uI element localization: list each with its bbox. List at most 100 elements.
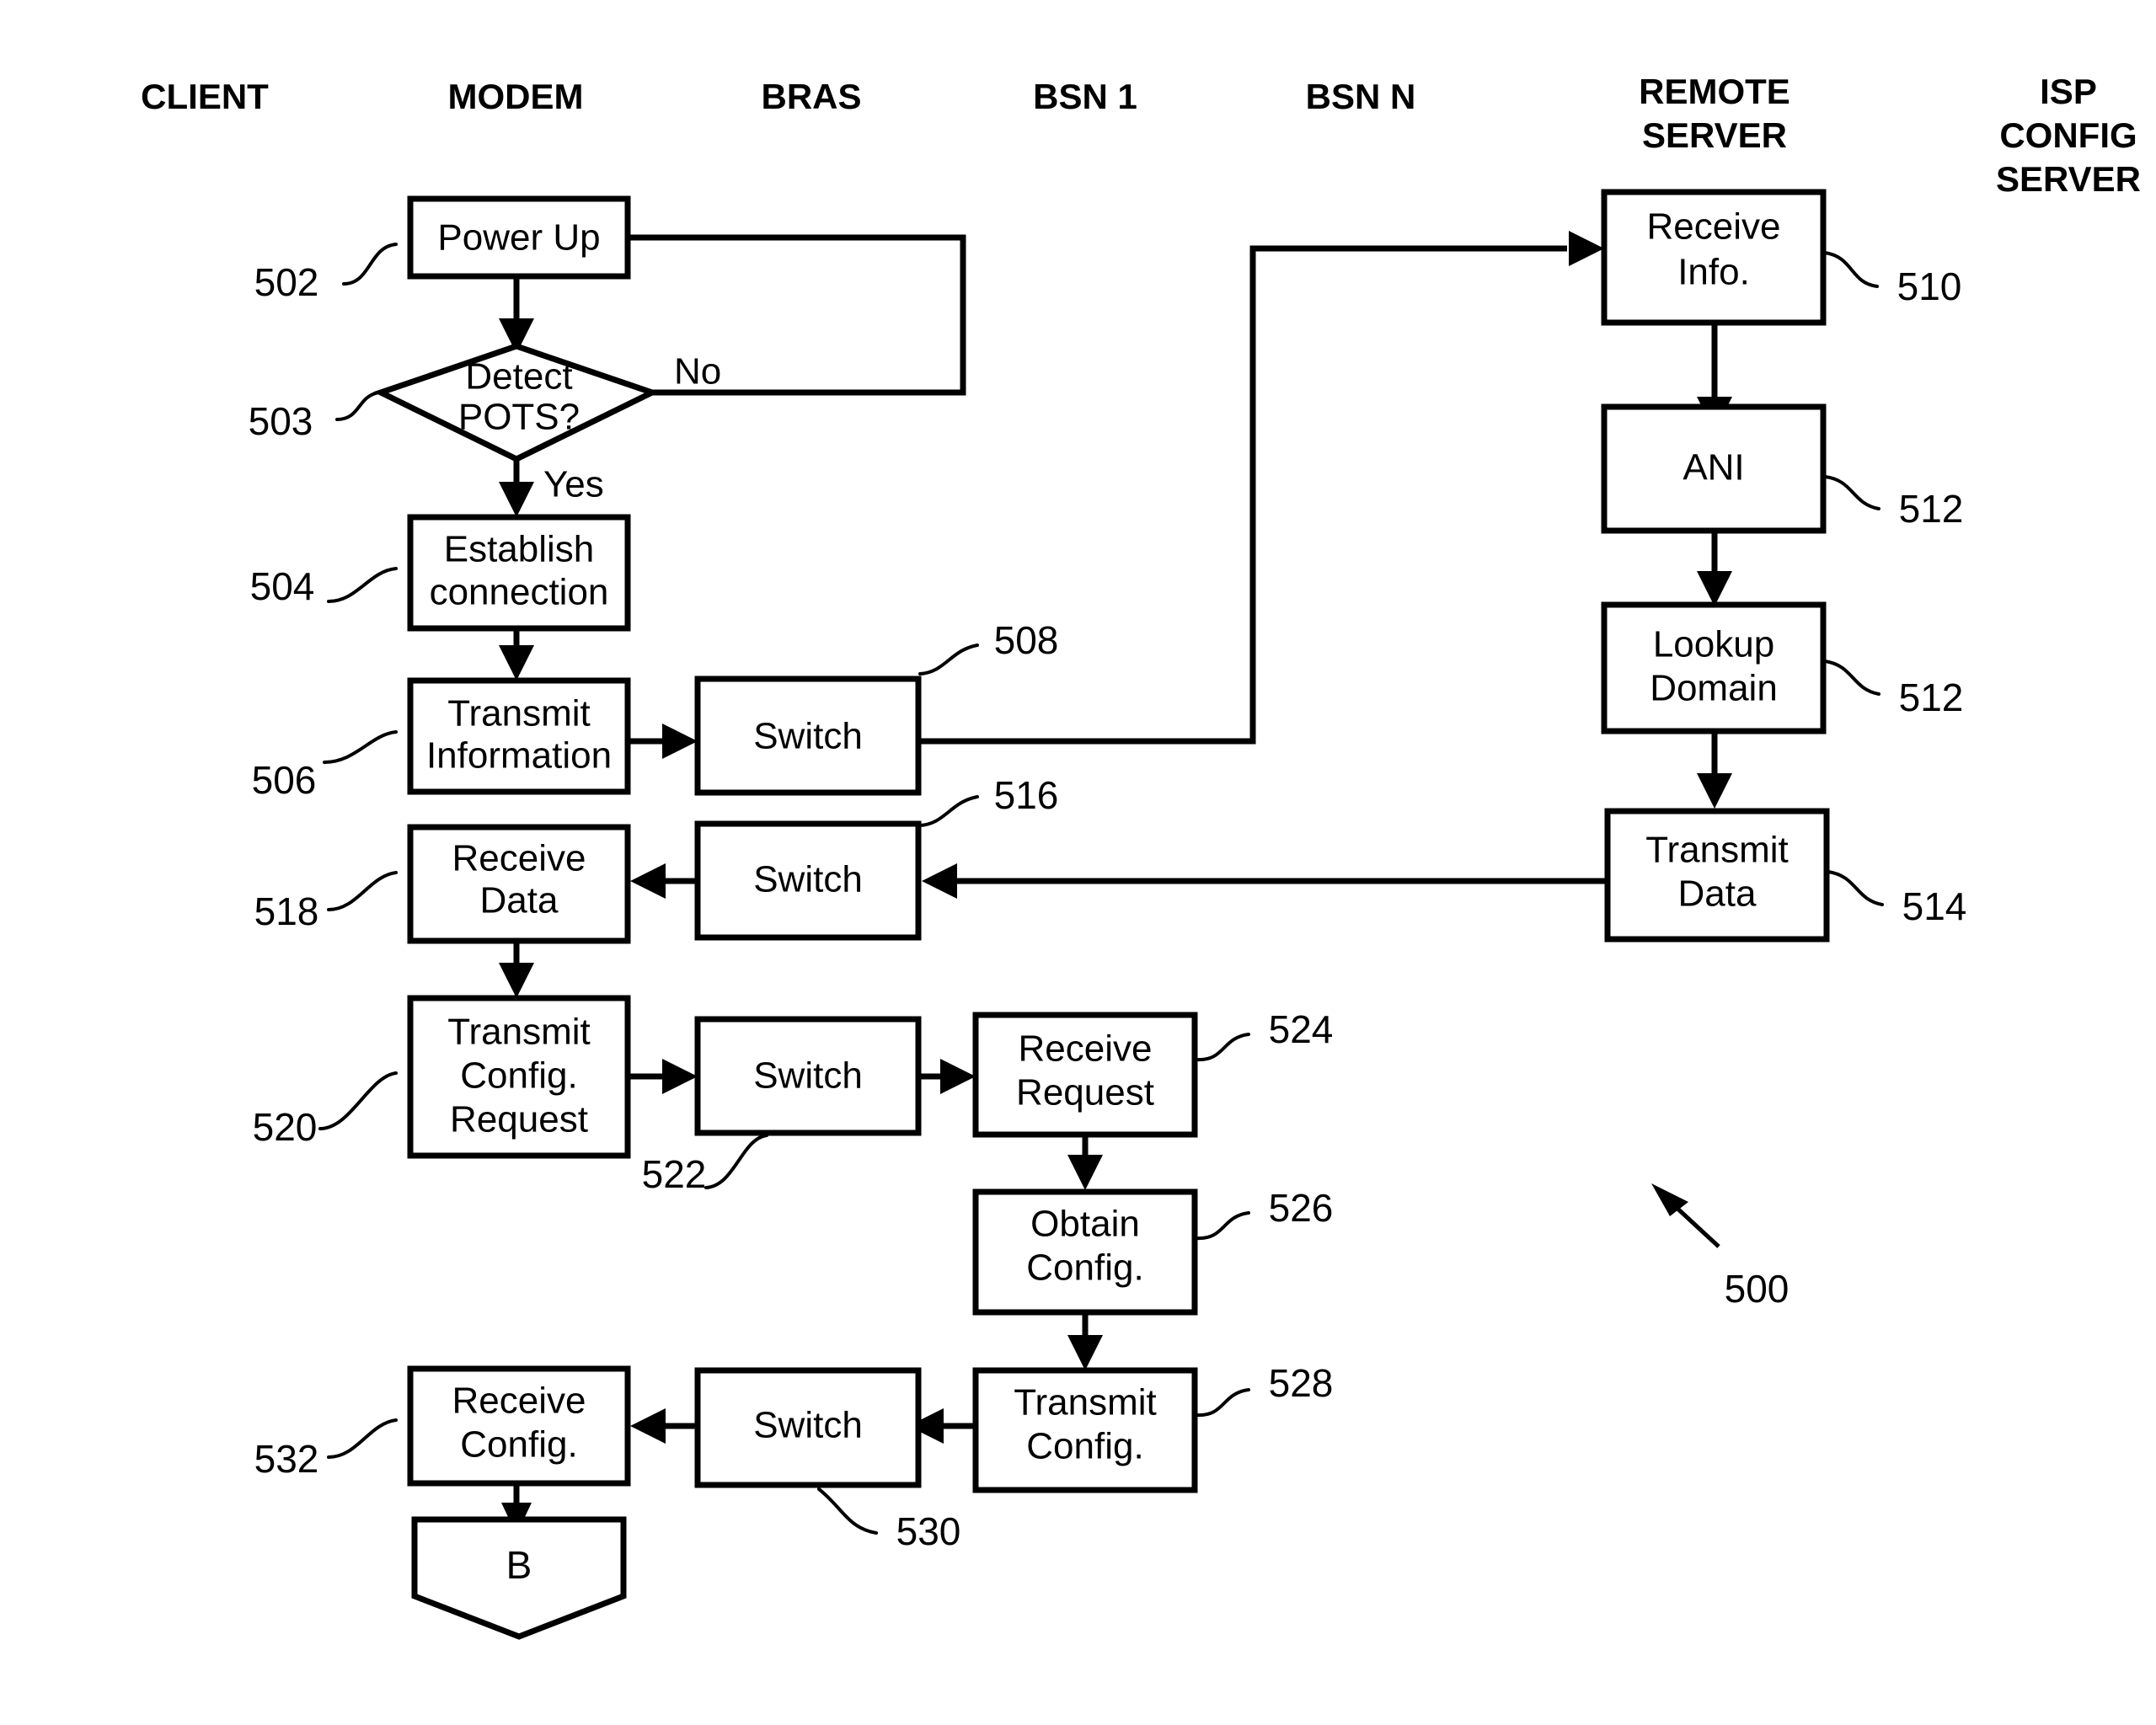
ref-number-526: 526 [1269, 1186, 1334, 1230]
node-lookup-domain-label-line1: Lookup [1653, 624, 1774, 665]
node-switch-508-label: Switch [753, 716, 863, 757]
arrowhead-lookupdomain-to-transmitdata [1697, 773, 1732, 809]
node-establish-connection[interactable]: Establish connection [407, 514, 631, 632]
ref-number-512-lookup: 512 [1899, 676, 1964, 719]
node-connector-b[interactable]: B [411, 1516, 627, 1640]
leader-506 [323, 730, 398, 764]
leader-508 [918, 644, 979, 676]
leader-522 [704, 1134, 768, 1189]
node-ani[interactable]: ANI [1601, 403, 1827, 534]
column-header-remote-server-line2: SERVER [1642, 115, 1787, 155]
arrowhead-switch516-to-receivedata [630, 863, 666, 899]
node-switch-530-label: Switch [753, 1405, 863, 1446]
node-power-up[interactable]: Power Up [407, 195, 631, 280]
edge-switch508-to-receiveinfo [918, 245, 1567, 745]
ref-number-502: 502 [254, 260, 319, 304]
node-transmit-information[interactable]: Transmit Information [407, 677, 631, 795]
node-transmit-config-request-label-line2: Config. [460, 1055, 577, 1097]
column-header-remote-server-line1: REMOTE [1639, 72, 1790, 111]
arrowhead-ani-to-lookupdomain [1697, 571, 1732, 606]
ref-number-528: 528 [1269, 1361, 1334, 1405]
node-transmit-config-label-line1: Transmit [1014, 1382, 1157, 1423]
column-header-bsn1: BSN 1 [1033, 77, 1137, 116]
arrowhead-switch508-to-receiveinfo [1569, 231, 1604, 266]
ref-number-522: 522 [642, 1152, 707, 1196]
arrowhead-detectpots-yes [499, 482, 534, 517]
node-switch-508[interactable]: Switch [694, 676, 922, 796]
node-switch-516[interactable]: Switch [694, 820, 922, 941]
arrowhead-establish-to-transmitinfo [499, 645, 534, 681]
node-receive-request-label-line2: Request [1016, 1072, 1154, 1114]
node-receive-config-label-line1: Receive [452, 1381, 586, 1422]
ref-number-510: 510 [1897, 264, 1962, 308]
ref-number-532: 532 [254, 1437, 319, 1481]
node-switch-516-label: Switch [753, 859, 863, 900]
node-transmit-config-request-label-line3: Request [450, 1099, 588, 1140]
node-receive-request-label-line1: Receive [1019, 1028, 1153, 1070]
arrowhead-transmitconfigreq-to-switch522 [662, 1059, 698, 1094]
node-transmit-information-label-line1: Transmit [447, 693, 591, 734]
node-power-up-label: Power Up [437, 217, 600, 259]
column-header-isp-config-server-line3: SERVER [1996, 159, 2141, 199]
column-header-isp-config-server-line1: ISP [2040, 72, 2097, 111]
node-switch-522[interactable]: Switch [694, 1016, 922, 1136]
node-detect-pots[interactable]: Detect POTS? [372, 343, 661, 462]
edge-label-no: No [674, 351, 721, 393]
node-obtain-config[interactable]: Obtain Config. [972, 1188, 1198, 1316]
leader-518 [327, 871, 398, 911]
leader-524 [1195, 1033, 1250, 1062]
leader-512-lookup [1823, 660, 1880, 696]
node-ani-label: ANI [1683, 447, 1744, 489]
column-header-bsnn: BSN N [1306, 77, 1416, 116]
node-transmit-config-request-label-line1: Transmit [447, 1012, 591, 1053]
figure-reference-500: 500 [1651, 1183, 1789, 1311]
ref-number-524: 524 [1269, 1007, 1334, 1051]
node-receive-data-label-line1: Receive [452, 838, 586, 879]
node-lookup-domain-label-line2: Domain [1650, 668, 1778, 709]
edge-detectpots-no-loop [590, 234, 966, 396]
node-lookup-domain[interactable]: Lookup Domain [1601, 601, 1827, 734]
leader-516 [918, 795, 979, 827]
ref-number-516: 516 [994, 773, 1059, 817]
leader-510 [1823, 251, 1879, 288]
node-receive-data[interactable]: Receive Data [407, 824, 631, 944]
flowchart-svg: CLIENT MODEM BRAS BSN 1 BSN N REMOTE SER… [141, 72, 2141, 1640]
leader-504 [327, 567, 398, 603]
node-transmit-data-label-line1: Transmit [1645, 830, 1789, 871]
node-transmit-data[interactable]: Transmit Data [1604, 808, 1830, 943]
ref-number-518: 518 [254, 889, 319, 933]
column-header-modem: MODEM [448, 77, 584, 116]
edge-label-yes: Yes [543, 464, 604, 505]
patent-figure-500: CLIENT MODEM BRAS BSN 1 BSN N REMOTE SER… [0, 0, 2156, 1725]
leader-512-ani [1823, 475, 1880, 510]
node-detect-pots-label-line1: Detect [465, 356, 572, 398]
node-receive-config-label-line2: Config. [460, 1424, 577, 1466]
leader-532 [327, 1418, 398, 1459]
node-connector-b-label: B [506, 1543, 532, 1587]
leader-503 [335, 391, 381, 421]
ref-number-512-ani: 512 [1899, 487, 1964, 531]
node-transmit-config-request[interactable]: Transmit Config. Request [407, 995, 631, 1159]
figure-reference-500-label: 500 [1725, 1267, 1790, 1311]
leader-502 [342, 243, 398, 286]
node-receive-request[interactable]: Receive Request [972, 1012, 1198, 1138]
leader-526 [1195, 1211, 1250, 1241]
node-switch-522-label: Switch [753, 1055, 863, 1097]
ref-number-508: 508 [994, 618, 1059, 662]
arrowhead-switch522-to-receiverequest [940, 1059, 976, 1094]
node-receive-info[interactable]: Receive Info. [1601, 189, 1827, 326]
node-receive-info-label-line2: Info. [1677, 252, 1750, 293]
ref-number-520: 520 [253, 1105, 318, 1149]
arrowhead-receivedata-to-transmitconfigreq [499, 963, 534, 998]
leader-530 [817, 1487, 878, 1535]
node-switch-530[interactable]: Switch [694, 1367, 922, 1488]
arrowhead-receiverequest-to-obtainconfig [1067, 1155, 1103, 1190]
arrowhead-obtainconfig-to-transmitconfig [1067, 1335, 1103, 1370]
node-obtain-config-label-line2: Config. [1026, 1247, 1143, 1289]
node-obtain-config-label-line1: Obtain [1030, 1204, 1140, 1245]
column-header-bras: BRAS [761, 77, 861, 116]
node-transmit-config-label-line2: Config. [1026, 1426, 1143, 1467]
node-receive-config[interactable]: Receive Config. [407, 1365, 631, 1487]
node-detect-pots-label-line2: POTS? [458, 397, 580, 438]
node-transmit-config[interactable]: Transmit Config. [972, 1367, 1198, 1493]
